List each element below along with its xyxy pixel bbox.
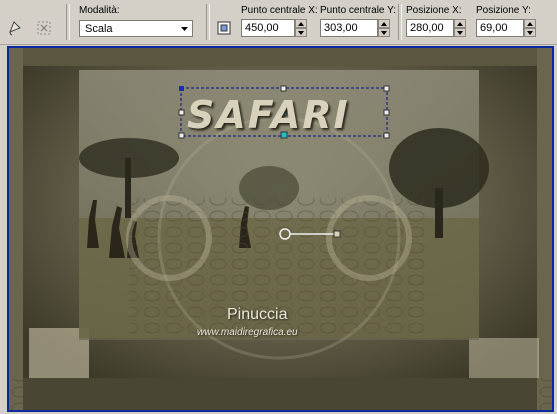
align-icon[interactable]	[212, 16, 236, 40]
spin-down-icon[interactable]	[524, 28, 536, 37]
position-x-value[interactable]: 280,00	[406, 19, 454, 37]
separator	[66, 4, 70, 40]
center-y-value[interactable]: 303,00	[320, 19, 378, 37]
position-x-field[interactable]: 280,00	[406, 19, 466, 37]
center-x-label: Punto centrale X:	[241, 5, 318, 16]
position-y-label: Posizione Y:	[476, 5, 531, 16]
center-y-field[interactable]: 303,00	[320, 19, 390, 37]
center-x-field[interactable]: 450,00	[241, 19, 307, 37]
spin-up-icon[interactable]	[378, 19, 390, 28]
mode-select-value: Scala	[85, 22, 113, 35]
center-y-label: Punto centrale Y:	[320, 5, 396, 16]
spin-down-icon[interactable]	[378, 28, 390, 37]
transform-pick-icon[interactable]	[32, 16, 56, 40]
center-x-value[interactable]: 450,00	[241, 19, 295, 37]
spin-down-icon[interactable]	[295, 28, 307, 37]
pick-tool-icon[interactable]	[4, 16, 28, 40]
signature-name: Pinuccia	[227, 306, 288, 323]
image-canvas[interactable]: SAFARI Pinuccia www.maidiregrafica.eu	[7, 46, 554, 412]
spin-up-icon[interactable]	[454, 19, 466, 28]
separator	[206, 4, 210, 40]
spin-down-icon[interactable]	[454, 28, 466, 37]
position-x-label: Posizione X:	[406, 5, 462, 16]
separator	[398, 4, 402, 40]
mode-select[interactable]: Scala	[79, 20, 193, 37]
position-y-field[interactable]: 69,00	[476, 19, 536, 37]
position-y-value[interactable]: 69,00	[476, 19, 524, 37]
signature-url: www.maidiregrafica.eu	[197, 327, 298, 338]
chevron-down-icon	[180, 24, 189, 36]
tool-options-bar: Modalità: Scala Punto centrale X: 450,00…	[0, 0, 557, 45]
spin-up-icon[interactable]	[524, 19, 536, 28]
safari-banner-text[interactable]: SAFARI	[187, 93, 350, 137]
spin-up-icon[interactable]	[295, 19, 307, 28]
mode-label: Modalità:	[79, 5, 120, 16]
